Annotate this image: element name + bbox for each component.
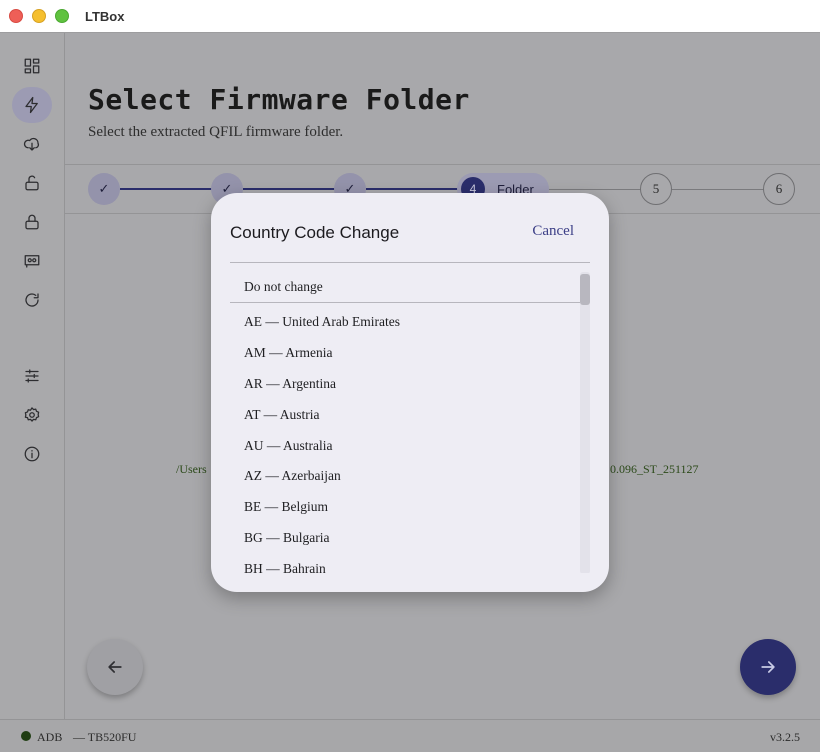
cloud-download-icon bbox=[23, 137, 40, 151]
list-item[interactable]: BH — Bahrain bbox=[230, 553, 580, 574]
sidebar-item-dashboard[interactable] bbox=[12, 48, 52, 84]
info-icon bbox=[24, 446, 40, 462]
list-scrollbar-thumb[interactable] bbox=[580, 274, 590, 305]
next-button[interactable] bbox=[740, 639, 796, 695]
list-item-do-not-change[interactable]: Do not change bbox=[230, 272, 580, 303]
dialog-title: Country Code Change bbox=[230, 223, 400, 242]
adb-status: ADB bbox=[37, 730, 63, 744]
list-item[interactable]: AR — Argentina bbox=[230, 368, 580, 399]
list-item[interactable]: AU — Australia bbox=[230, 430, 580, 461]
gear-icon bbox=[24, 407, 40, 422]
sidebar-item-lock[interactable] bbox=[12, 204, 52, 240]
sidebar-item-info[interactable] bbox=[12, 436, 52, 472]
list-item[interactable]: BG — Bulgaria bbox=[230, 522, 580, 553]
device-name: — TB520FU bbox=[73, 730, 137, 744]
sliders-icon bbox=[25, 369, 39, 383]
step-connector bbox=[549, 189, 641, 190]
list-item[interactable]: AE — United Arab Emirates bbox=[230, 306, 580, 337]
unlock-icon bbox=[25, 175, 39, 191]
country-code-list[interactable]: Do not change AE — United Arab Emirates … bbox=[230, 262, 590, 573]
country-code-dialog: Country Code Change Cancel Do not change… bbox=[211, 193, 609, 592]
sidebar-item-flash[interactable] bbox=[12, 87, 52, 123]
sidebar-item-refresh[interactable] bbox=[12, 282, 52, 318]
cancel-button[interactable]: Cancel bbox=[532, 223, 574, 240]
list-item[interactable]: AM — Armenia bbox=[230, 337, 580, 368]
lock-icon bbox=[25, 214, 39, 230]
arrow-left-icon bbox=[108, 661, 122, 673]
sidebar-item-settings[interactable] bbox=[12, 397, 52, 433]
connection-status-dot bbox=[21, 731, 31, 741]
step-connector bbox=[120, 188, 212, 190]
list-item[interactable]: AT — Austria bbox=[230, 399, 580, 430]
sidebar-item-unlock[interactable] bbox=[12, 165, 52, 201]
list-item[interactable]: BE — Belgium bbox=[230, 491, 580, 522]
refresh-icon bbox=[25, 293, 39, 307]
step-1: ✓ bbox=[88, 173, 120, 205]
minimize-window-button[interactable] bbox=[32, 9, 46, 23]
step-5: 5 bbox=[640, 173, 672, 205]
sidebar-item-device[interactable] bbox=[12, 243, 52, 279]
page-title: Select Firmware Folder bbox=[88, 83, 470, 116]
maximize-window-button[interactable] bbox=[55, 9, 69, 23]
list-scrollbar[interactable] bbox=[580, 272, 590, 573]
step-connector bbox=[366, 188, 458, 190]
flash-icon bbox=[25, 96, 38, 114]
title-bar: LTBox bbox=[0, 0, 820, 33]
app-version: v3.2.5 bbox=[770, 730, 800, 744]
device-icon bbox=[24, 255, 40, 268]
arrow-right-icon bbox=[761, 661, 775, 673]
firmware-path-end: 0.096_ST_251127 bbox=[610, 462, 699, 476]
dashboard-icon bbox=[24, 58, 40, 74]
list-item[interactable]: AZ — Azerbaijan bbox=[230, 460, 580, 491]
status-bar: ADB — TB520FU v3.2.5 bbox=[0, 719, 820, 752]
back-button[interactable] bbox=[87, 639, 143, 695]
close-window-button[interactable] bbox=[9, 9, 23, 23]
firmware-path-start: /Users bbox=[176, 462, 207, 476]
step-connector bbox=[672, 189, 764, 190]
app-title: LTBox bbox=[85, 9, 125, 24]
sidebar-item-tweaks[interactable] bbox=[12, 358, 52, 394]
step-6: 6 bbox=[763, 173, 795, 205]
sidebar-item-download[interactable] bbox=[12, 126, 52, 162]
sidebar bbox=[0, 33, 65, 719]
page-subtitle: Select the extracted QFIL firmware folde… bbox=[88, 124, 344, 140]
step-connector bbox=[243, 188, 335, 190]
